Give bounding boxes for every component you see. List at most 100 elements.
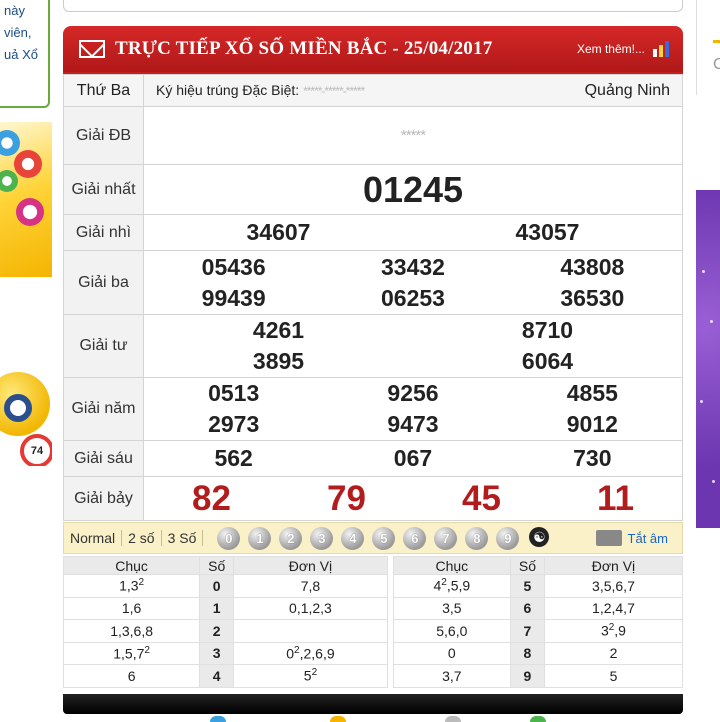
- loto-chuc: 3,7: [392, 664, 511, 688]
- loto-donvi: 0,1,2,3: [233, 596, 388, 620]
- loto-donvi: 1,2,4,7: [543, 596, 684, 620]
- filter-3-digits[interactable]: 3 Số: [162, 530, 204, 546]
- mute-label: Tắt âm: [627, 530, 668, 546]
- lottery-ball-icon: [16, 198, 44, 226]
- loto-row: 6 4 52 3,7 9 5: [62, 664, 684, 688]
- right-ad-banner[interactable]: [696, 190, 720, 528]
- lottery-ball-icon: [14, 150, 42, 178]
- loto-chuc: 1,5,72: [62, 641, 201, 665]
- prize-number: 82: [192, 478, 231, 518]
- prize-row-g7: Giải bảy 82 79 45 11: [63, 476, 683, 521]
- prize-number: 730: [573, 445, 612, 471]
- prize-number: 34607: [246, 219, 311, 245]
- loto-table-wrap: Chục Số Đơn Vị Chục Số Đơn Vị 1,32 0 7,8 42…: [62, 556, 684, 706]
- loto-header: Đơn Vị: [543, 556, 684, 575]
- bottom-icons-edge: [200, 716, 560, 722]
- loto-donvi: 5: [543, 664, 684, 688]
- loto-donvi: 3,5,6,7: [543, 574, 684, 598]
- prize-number: 9256: [387, 380, 439, 406]
- loto-row: 1,6 1 0,1,2,3 3,5 6 1,2,4,7: [62, 596, 684, 620]
- prize-number: 43057: [515, 219, 580, 245]
- loto-donvi: 32,9: [543, 619, 684, 643]
- prize-number: 05436: [201, 253, 266, 280]
- left-news-box: này viên, uả Xổ: [0, 0, 50, 108]
- loto-donvi: 02,2,6,9: [233, 641, 388, 665]
- special-code-label: Ký hiệu trúng Đặc Biệt:: [156, 81, 300, 98]
- digit-4-button[interactable]: 4: [341, 526, 365, 550]
- special-code-cell: Ký hiệu trúng Đặc Biệt: *****-*****-****…: [143, 74, 683, 107]
- loto-donvi: 7,8: [233, 574, 388, 598]
- weekday: Thứ Ba: [63, 74, 144, 107]
- prize-number: 4261: [252, 317, 305, 343]
- loto-header: Số: [199, 556, 235, 575]
- prize-number: 45: [461, 478, 501, 518]
- digit-7-button[interactable]: 7: [434, 526, 458, 550]
- prize-number: 79: [327, 478, 366, 518]
- loto-donvi: [233, 619, 388, 643]
- loto-digit: 9: [509, 664, 545, 688]
- special-code-value: *****-*****-*****: [303, 83, 365, 98]
- lottery-ball-icon: 74: [20, 434, 52, 466]
- digit-8-button[interactable]: 8: [465, 526, 489, 550]
- prize-number: 9473: [387, 411, 439, 437]
- loto-digit: 2: [199, 619, 235, 643]
- left-lottery-ad-2[interactable]: 74: [0, 368, 52, 466]
- filter-normal[interactable]: Normal: [64, 530, 123, 546]
- digit-0-button[interactable]: 0: [217, 526, 241, 550]
- loto-header: Chục: [62, 556, 201, 575]
- loto-digit: 7: [509, 619, 545, 643]
- prize-label: Giải năm: [63, 377, 144, 441]
- prize-label: Giải ĐB: [63, 106, 144, 165]
- results-title: TRỰC TIẾP XỔ SỐ MIỀN BẮC - 25/04/2017: [115, 38, 493, 59]
- left-news-line[interactable]: này: [4, 0, 38, 22]
- prize-number: 4855: [566, 380, 618, 406]
- display-filter-bar: Normal 2 số 3 Số 0 1 2 3 4 5 6 7 8 9 ☯ T…: [63, 522, 683, 554]
- prize-number: 33432: [381, 253, 445, 280]
- loto-donvi: 2: [543, 641, 684, 665]
- results-table: Thứ Ba Ký hiệu trúng Đặc Biệt: *****-***…: [63, 74, 683, 521]
- see-more-link[interactable]: Xem thêm!...: [577, 42, 645, 56]
- prize-number: 562: [214, 445, 253, 471]
- loto-digit: 3: [199, 641, 235, 665]
- filter-2-digits[interactable]: 2 số: [122, 530, 162, 546]
- digit-2-button[interactable]: 2: [279, 526, 303, 550]
- loto-chuc: 1,6: [62, 596, 201, 620]
- left-news-line[interactable]: uả Xổ: [4, 44, 38, 66]
- results-widget: TRỰC TIẾP XỔ SỐ MIỀN BẮC - 25/04/2017 Xe…: [62, 22, 684, 714]
- prize-number: 067: [393, 445, 433, 471]
- prize-label: Giải ba: [63, 250, 144, 315]
- previous-widget-edge: [63, 0, 683, 12]
- digit-5-button[interactable]: 5: [372, 526, 396, 550]
- prize-label: Giải bảy: [63, 476, 144, 521]
- loto-row: 1,32 0 7,8 42,5,9 5 3,5,6,7: [62, 574, 684, 598]
- prize-label: Giải sáu: [63, 440, 144, 477]
- loto-chuc: 1,3,6,8: [62, 619, 201, 643]
- lottery-ball-icon: [0, 130, 20, 156]
- right-panel: C: [696, 0, 720, 95]
- loto-digit: 1: [199, 596, 235, 620]
- digit-9-button[interactable]: 9: [496, 526, 520, 550]
- digit-1-button[interactable]: 1: [248, 526, 272, 550]
- loto-row: 1,3,6,8 2 5,6,0 7 32,9: [62, 619, 684, 643]
- loto-header: Đơn Vị: [233, 556, 388, 575]
- loto-chuc: 6: [62, 664, 201, 688]
- prize-number: 8710: [521, 317, 574, 343]
- prize-row-g2: Giải nhì 34607 43057: [63, 214, 683, 251]
- mute-toggle[interactable]: Tắt âm: [595, 530, 668, 546]
- digit-3-button[interactable]: 3: [310, 526, 334, 550]
- loto-digit: 4: [199, 664, 235, 688]
- prize-row-g3: Giải ba 05436 33432 43808 99439 06253 36…: [63, 250, 683, 315]
- left-news-line[interactable]: viên,: [4, 22, 38, 44]
- digit-highlight-buttons: 0 1 2 3 4 5 6 7 8 9 ☯: [217, 526, 550, 550]
- widget-footer-bar: [63, 694, 683, 714]
- prize-label: Giải nhất: [63, 164, 144, 215]
- yin-yang-icon[interactable]: ☯: [529, 526, 550, 547]
- chart-bars-icon[interactable]: [653, 41, 669, 57]
- loto-digit: 0: [199, 574, 235, 598]
- province: Quảng Ninh: [584, 81, 670, 99]
- loto-header: Số: [509, 556, 545, 575]
- left-lottery-ad[interactable]: [0, 122, 52, 277]
- prize-number: 11: [596, 478, 634, 518]
- digit-6-button[interactable]: 6: [403, 526, 427, 550]
- loto-digit: 6: [509, 596, 545, 620]
